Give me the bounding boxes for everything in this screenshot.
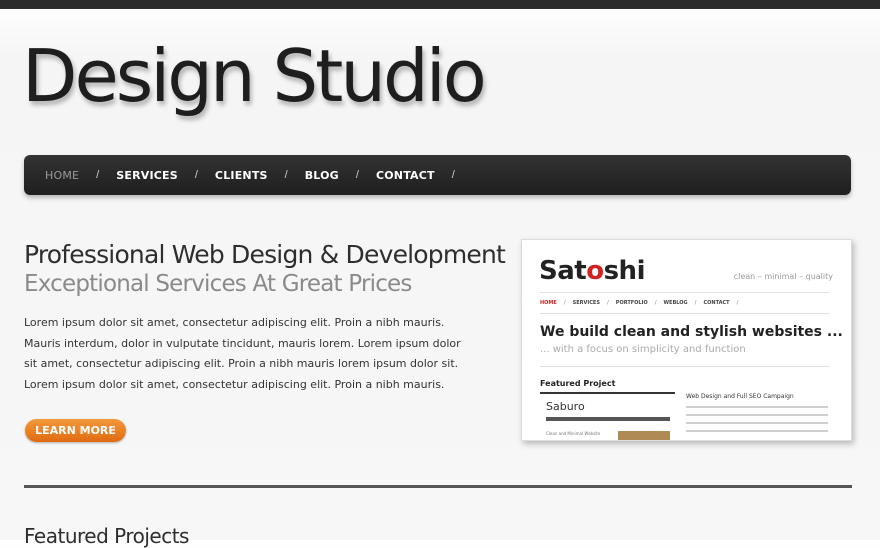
thumbnail-featured-bar <box>540 392 675 394</box>
thumbnail-divider <box>540 366 830 367</box>
nav-separator: / <box>355 169 359 181</box>
thumbnail-divider <box>540 313 830 314</box>
thumbnail-project-name: Saburo <box>546 400 585 413</box>
section-divider <box>24 485 852 488</box>
featured-projects-title: Featured Projects <box>24 524 189 548</box>
top-bar <box>0 0 880 9</box>
nav-home[interactable]: HOME <box>45 169 79 182</box>
thumbnail-project-image <box>618 431 670 440</box>
nav-separator: / <box>284 169 288 181</box>
featured-project-thumbnail[interactable]: Satoshi clean – minimal – quality HOME / … <box>521 239 852 441</box>
nav-contact[interactable]: CONTACT <box>376 169 435 182</box>
thumbnail-project-bar <box>546 417 670 421</box>
hero-headline: Professional Web Design & Development <box>24 240 506 269</box>
thumbnail-divider <box>540 292 830 293</box>
thumbnail-subheadline: ... with a focus on simplicity and funct… <box>540 344 746 355</box>
thumbnail-project-caption: Clean and Minimal Website <box>546 431 601 436</box>
nav-separator: / <box>194 169 198 181</box>
hero-subheadline: Exceptional Services At Great Prices <box>24 271 412 297</box>
learn-more-button[interactable]: LEARN MORE <box>25 419 126 442</box>
nav-separator: / <box>96 169 100 181</box>
nav-blog[interactable]: BLOG <box>305 169 339 182</box>
thumbnail-project-title: Web Design and Full SEO Campaign <box>686 393 794 400</box>
thumbnail-featured-label: Featured Project <box>540 379 616 388</box>
nav-services[interactable]: SERVICES <box>116 169 178 182</box>
nav-separator: / <box>451 169 455 181</box>
thumbnail-headline: We build clean and stylish websites ... <box>540 324 843 340</box>
site-logo[interactable]: Design Studio <box>22 40 487 112</box>
nav-clients[interactable]: CLIENTS <box>215 169 268 182</box>
thumbnail-tagline: clean – minimal – quality <box>733 272 833 281</box>
thumbnail-nav: HOME / SERVICES / PORTFOLIO / WEBLOG / CONTA… <box>540 300 739 306</box>
thumbnail-logo: Satoshi <box>539 256 645 286</box>
hero-body-text: Lorem ipsum dolor sit amet, consectetur … <box>24 316 461 391</box>
thumbnail-text-lines <box>686 406 828 438</box>
main-nav: HOME / SERVICES / CLIENTS / BLOG / CONTA… <box>24 155 851 195</box>
